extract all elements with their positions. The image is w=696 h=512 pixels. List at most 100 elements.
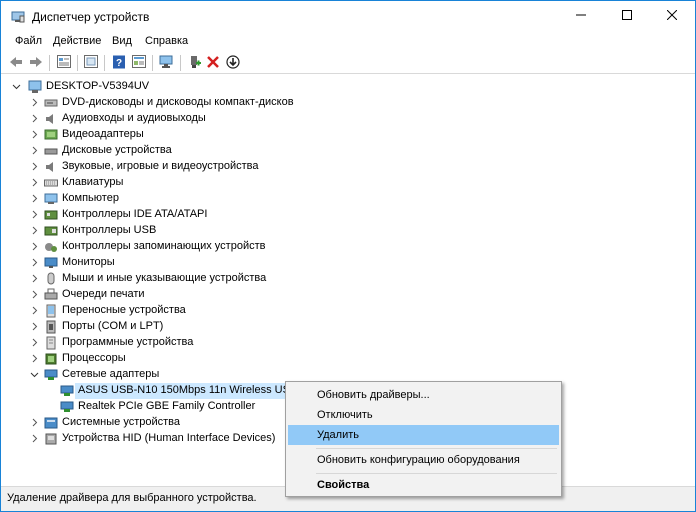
- tree-category[interactable]: Контроллеры USB: [1, 223, 695, 239]
- tree-category[interactable]: Компьютер: [1, 191, 695, 207]
- dvd-drive-icon: [44, 96, 58, 110]
- menu-view[interactable]: Вид: [110, 35, 134, 47]
- tree-category-label: Видеоадаптеры: [62, 128, 144, 140]
- tree-category[interactable]: Мыши и иные указывающие устройства: [1, 271, 695, 287]
- refresh-icon: [84, 55, 98, 71]
- tree-category[interactable]: Очереди печати: [1, 287, 695, 303]
- tree-category[interactable]: Процессоры: [1, 351, 695, 367]
- back-icon: [9, 56, 23, 71]
- minimize-icon: [576, 10, 586, 23]
- tree-category-label: Порты (COM и LPT): [62, 320, 164, 332]
- context-scan-hardware[interactable]: Обновить конфигурацию оборудования: [288, 450, 559, 470]
- tree-category[interactable]: Контроллеры запоминающих устройств: [1, 239, 695, 255]
- tree-category[interactable]: Звуковые, игровые и видеоустройства: [1, 159, 695, 175]
- menu-action[interactable]: Действие: [51, 35, 103, 47]
- refresh-button[interactable]: [82, 54, 100, 72]
- processor-icon: [44, 352, 58, 366]
- help-button[interactable]: ?: [110, 54, 128, 72]
- expand-chevron-icon[interactable]: [30, 194, 39, 203]
- portable-device-icon: [44, 304, 58, 318]
- tree-category-label: Клавиатуры: [62, 176, 124, 188]
- expand-chevron-icon[interactable]: [30, 418, 39, 427]
- expand-chevron-icon[interactable]: [30, 434, 39, 443]
- expand-chevron-icon[interactable]: [30, 130, 39, 139]
- tree-category[interactable]: Порты (COM и LPT): [1, 319, 695, 335]
- tree-category[interactable]: Контроллеры IDE ATA/ATAPI: [1, 207, 695, 223]
- software-device-icon: [44, 336, 58, 350]
- back-button[interactable]: [7, 54, 25, 72]
- scan-hardware-icon: [159, 55, 175, 72]
- expand-chevron-icon[interactable]: [30, 242, 39, 251]
- menu-file[interactable]: Файл: [13, 35, 44, 47]
- tree-category[interactable]: Переносные устройства: [1, 303, 695, 319]
- close-button[interactable]: [649, 1, 695, 32]
- tree-root[interactable]: DESKTOP-V5394UV: [1, 79, 695, 95]
- expand-chevron-icon[interactable]: [30, 114, 39, 123]
- tree-category[interactable]: DVD-дисководы и дисководы компакт-дисков: [1, 95, 695, 111]
- tree-category-label: Мыши и иные указывающие устройства: [62, 272, 267, 284]
- toolbar: ?: [1, 52, 695, 74]
- disable-button[interactable]: [224, 54, 242, 72]
- usb-icon: [44, 224, 58, 238]
- speaker-icon: [44, 112, 58, 126]
- title-bar[interactable]: Диспетчер устройств: [1, 1, 695, 32]
- menu-help[interactable]: Справка: [143, 35, 190, 47]
- properties-button[interactable]: [55, 54, 73, 72]
- context-item-label: Обновить конфигурацию оборудования: [317, 454, 520, 466]
- expand-chevron-icon[interactable]: [30, 258, 39, 267]
- tree-category-label: Мониторы: [62, 256, 115, 268]
- expand-chevron-icon[interactable]: [30, 226, 39, 235]
- add-driver-button[interactable]: [186, 54, 204, 72]
- context-uninstall[interactable]: Удалить: [288, 425, 559, 445]
- tree-category[interactable]: Мониторы: [1, 255, 695, 271]
- tree-category-label: Процессоры: [62, 352, 126, 364]
- tree-category[interactable]: Видеоадаптеры: [1, 127, 695, 143]
- tree-category[interactable]: Дисковые устройства: [1, 143, 695, 159]
- expand-chevron-icon[interactable]: [30, 178, 39, 187]
- collapse-chevron-icon[interactable]: [30, 370, 39, 379]
- tree-category-label: Очереди печати: [62, 288, 145, 300]
- expand-chevron-icon[interactable]: [30, 210, 39, 219]
- expand-chevron-icon[interactable]: [30, 306, 39, 315]
- view-button[interactable]: [130, 54, 148, 72]
- status-text: Удаление драйвера для выбранного устройс…: [7, 492, 257, 504]
- device-manager-window: Диспетчер устройств Файл Действие Вид Сп…: [0, 0, 696, 512]
- tree-category-label: Устройства HID (Human Interface Devices): [62, 432, 276, 444]
- download-arrow-icon: [226, 54, 240, 72]
- tree-category[interactable]: Аудиовходы и аудиовыходы: [1, 111, 695, 127]
- network-adapter-icon: [60, 400, 74, 414]
- toolbar-divider: [49, 55, 50, 71]
- expand-chevron-icon[interactable]: [30, 274, 39, 283]
- port-icon: [44, 320, 58, 334]
- expand-chevron-icon[interactable]: [30, 162, 39, 171]
- system-device-icon: [44, 416, 58, 430]
- context-update-drivers[interactable]: Обновить драйверы...: [288, 385, 559, 405]
- expand-chevron-icon[interactable]: [30, 338, 39, 347]
- tree-category[interactable]: Клавиатуры: [1, 175, 695, 191]
- disk-drive-icon: [44, 144, 58, 158]
- expand-chevron-icon[interactable]: [30, 322, 39, 331]
- device-manager-app-icon: [11, 11, 25, 23]
- tree-device-label: Realtek PCIe GBE Family Controller: [78, 400, 256, 412]
- context-item-label: Свойства: [317, 479, 370, 491]
- scan-hardware-button[interactable]: [158, 54, 176, 72]
- expand-chevron-icon[interactable]: [30, 146, 39, 155]
- maximize-button[interactable]: [604, 1, 650, 32]
- collapse-chevron-icon[interactable]: [12, 82, 21, 91]
- expand-chevron-icon[interactable]: [30, 290, 39, 299]
- computer-icon: [44, 192, 58, 206]
- uninstall-button[interactable]: [204, 54, 222, 72]
- tree-category-label: Контроллеры USB: [62, 224, 157, 236]
- tree-root-label: DESKTOP-V5394UV: [46, 80, 150, 92]
- expand-chevron-icon[interactable]: [30, 98, 39, 107]
- minimize-button[interactable]: [558, 1, 604, 32]
- expand-chevron-icon[interactable]: [30, 354, 39, 363]
- mouse-icon: [44, 272, 58, 286]
- forward-button[interactable]: [27, 54, 45, 72]
- context-properties[interactable]: Свойства: [288, 475, 559, 495]
- tree-category-label: Контроллеры запоминающих устройств: [62, 240, 266, 252]
- context-item-label: Обновить драйверы...: [317, 389, 430, 401]
- forward-icon: [29, 56, 43, 71]
- tree-category[interactable]: Программные устройства: [1, 335, 695, 351]
- context-disable[interactable]: Отключить: [288, 405, 559, 425]
